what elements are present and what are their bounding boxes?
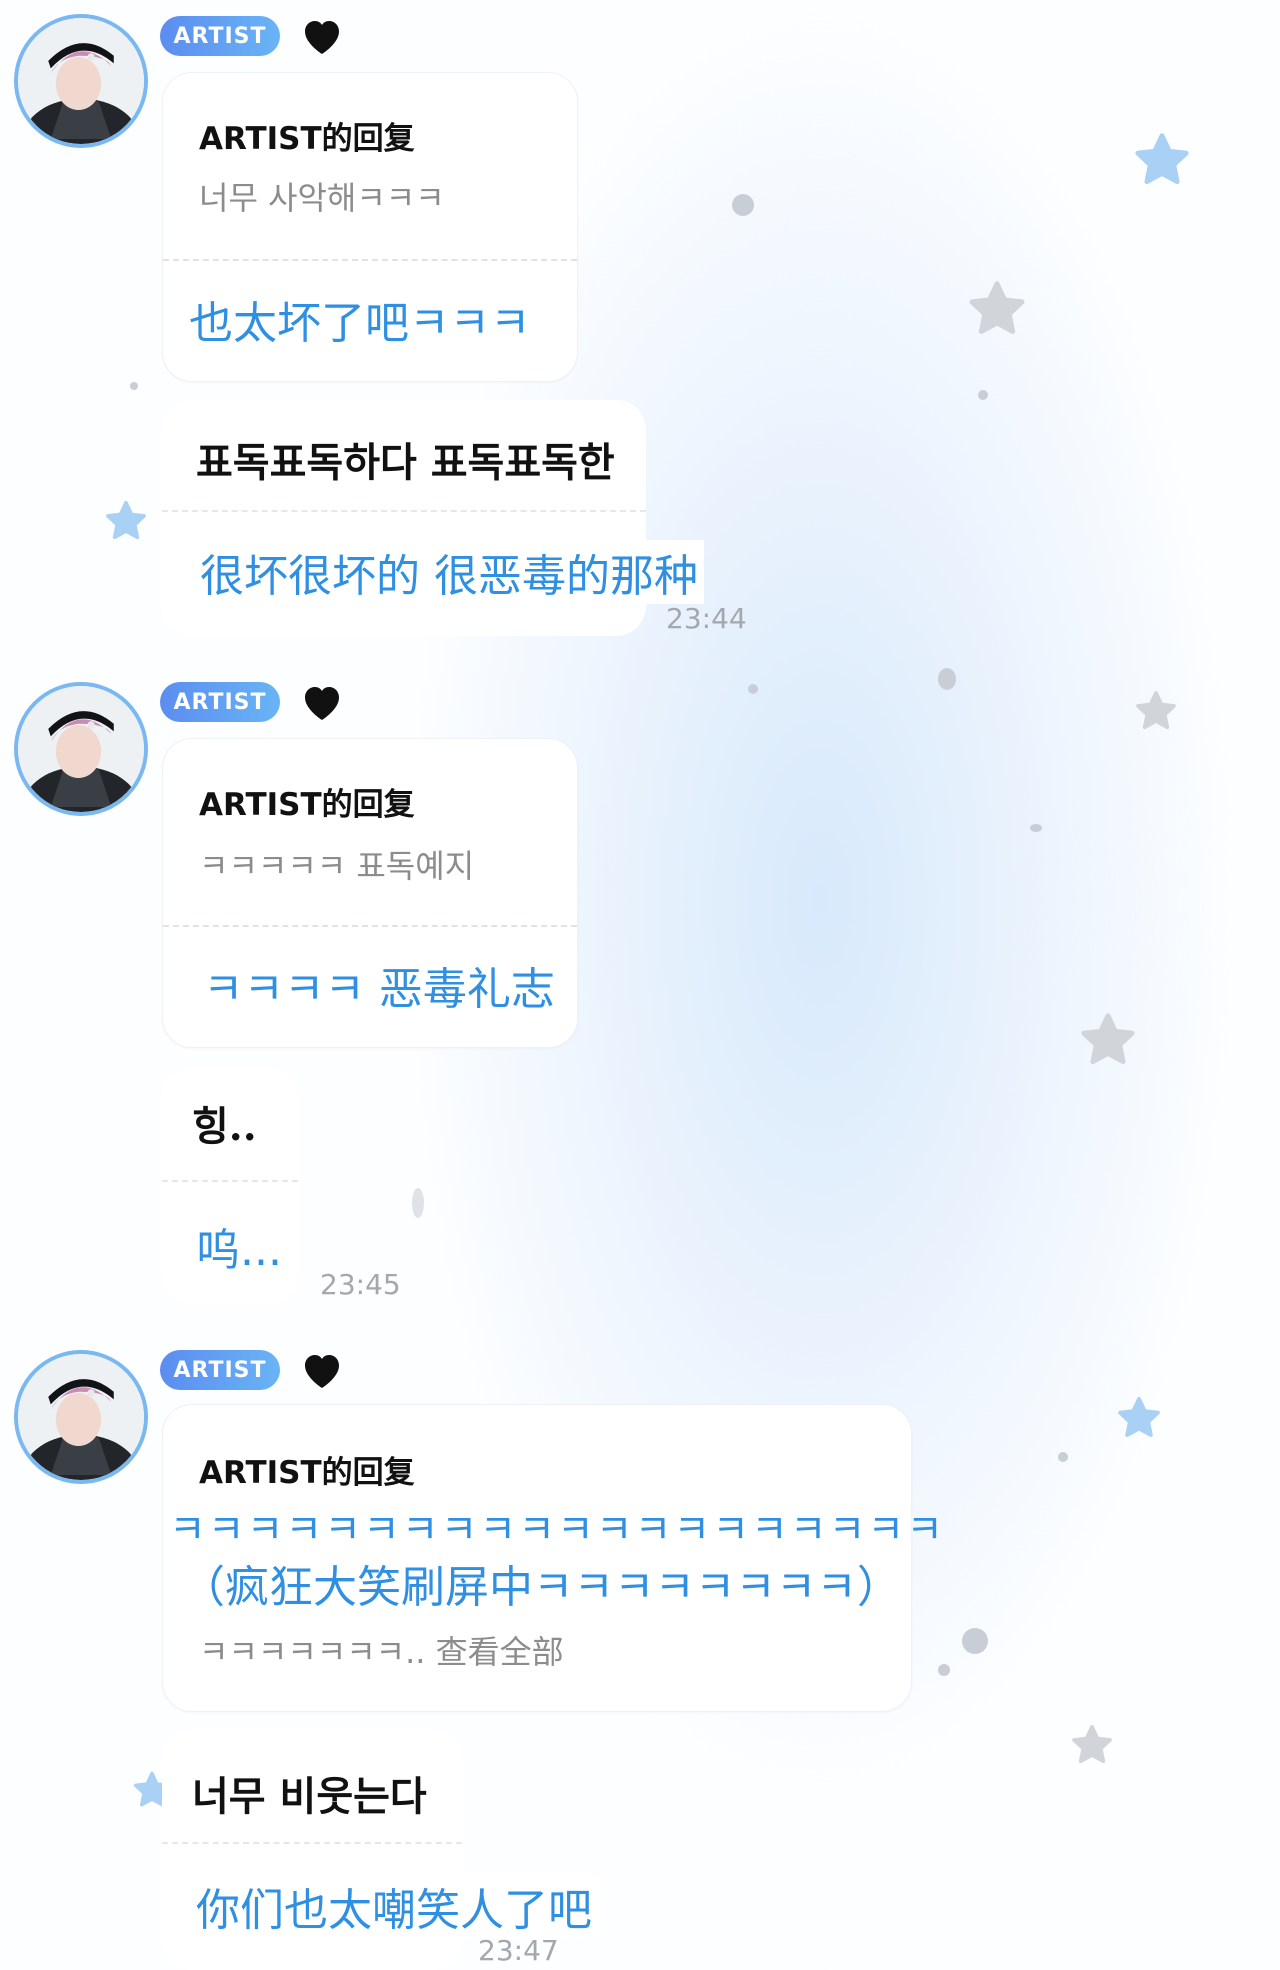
- divider: [163, 259, 577, 261]
- black-heart-icon: [305, 1355, 339, 1388]
- reply-original-preview[interactable]: ㅋㅋㅋㅋㅋㅋㅋ.. 查看全部: [199, 1627, 564, 1673]
- artist-badge: ARTIST: [160, 16, 280, 56]
- reply-translation-line-1: ㅋㅋㅋㅋㅋㅋㅋㅋㅋㅋㅋㅋㅋㅋㅋㅋㅋㅋㅋㅋ: [169, 1507, 945, 1553]
- star-icon: [1081, 1013, 1135, 1065]
- avatar-image: [18, 18, 144, 144]
- artist-reply-card[interactable]: ARTIST的回复 ㅋㅋㅋㅋㅋㅋㅋㅋㅋㅋㅋㅋㅋㅋㅋㅋㅋㅋㅋㅋ （疯狂大笑刷屏中ㅋ…: [162, 1404, 943, 1712]
- reply-original-text: ㅋㅋㅋㅋㅋ 표독예지: [199, 847, 475, 885]
- message-translation: 很坏很坏的 很恶毒的那种: [194, 540, 704, 604]
- reply-header: ARTIST的回复: [199, 787, 415, 823]
- avatar[interactable]: [14, 14, 148, 148]
- avatar-image: [18, 686, 144, 812]
- timestamp: 23:47: [478, 1934, 559, 1967]
- star-icon: [1118, 1396, 1160, 1437]
- message-original-text: 너무 비웃는다: [192, 1773, 427, 1820]
- divider: [163, 925, 577, 927]
- message-original-text: 힝..: [192, 1103, 257, 1150]
- star-icon: [969, 281, 1025, 334]
- avatar[interactable]: [14, 682, 148, 816]
- message-translation: 你们也太嘲笑人了吧: [190, 1874, 598, 1938]
- reply-translation-line-2: （疯狂大笑刷屏中ㅋㅋㅋㅋㅋㅋㅋㅋ）: [181, 1562, 901, 1613]
- message-original-text: 표독표독하다 표독표독한: [196, 439, 615, 486]
- avatar-image: [18, 1354, 144, 1480]
- star-icon: [1072, 1724, 1112, 1764]
- avatar[interactable]: [14, 1350, 148, 1484]
- fan-message-bubble[interactable]: 힝.. 呜...: [162, 1068, 298, 1304]
- message-translation: 呜...: [190, 1214, 288, 1278]
- divider: [162, 1180, 298, 1182]
- star-icon: [1135, 133, 1189, 185]
- fan-message-bubble[interactable]: 너무 비웃는다 你们也太嘲笑人了吧: [162, 1730, 598, 1970]
- star-icon: [106, 500, 146, 540]
- black-heart-icon: [305, 687, 339, 720]
- artist-badge: ARTIST: [160, 682, 280, 722]
- divider: [162, 510, 646, 512]
- star-icon: [1136, 690, 1176, 730]
- artist-reply-card[interactable]: ARTIST的回复 ㅋㅋㅋㅋㅋ 표독예지 ㅋㅋㅋㅋ 恶毒礼志: [162, 738, 578, 1048]
- reply-header: ARTIST的回复: [199, 1455, 415, 1491]
- reply-original-text: 너무 사악해ㅋㅋㅋ: [199, 179, 445, 217]
- black-heart-icon: [305, 21, 339, 54]
- reply-header: ARTIST的回复: [199, 121, 415, 157]
- divider: [162, 1842, 462, 1844]
- timestamp: 23:44: [666, 602, 747, 635]
- reply-translation: ㅋㅋㅋㅋ 恶毒礼志: [203, 964, 555, 1015]
- reply-translation: 也太坏了吧ㅋㅋㅋ: [189, 298, 531, 349]
- timestamp: 23:45: [320, 1268, 401, 1301]
- artist-badge: ARTIST: [160, 1350, 280, 1390]
- fan-message-bubble[interactable]: 표독표독하다 표독표독한 很坏很坏的 很恶毒的那种: [162, 400, 704, 636]
- artist-reply-card[interactable]: ARTIST的回复 너무 사악해ㅋㅋㅋ 也太坏了吧ㅋㅋㅋ: [162, 72, 578, 382]
